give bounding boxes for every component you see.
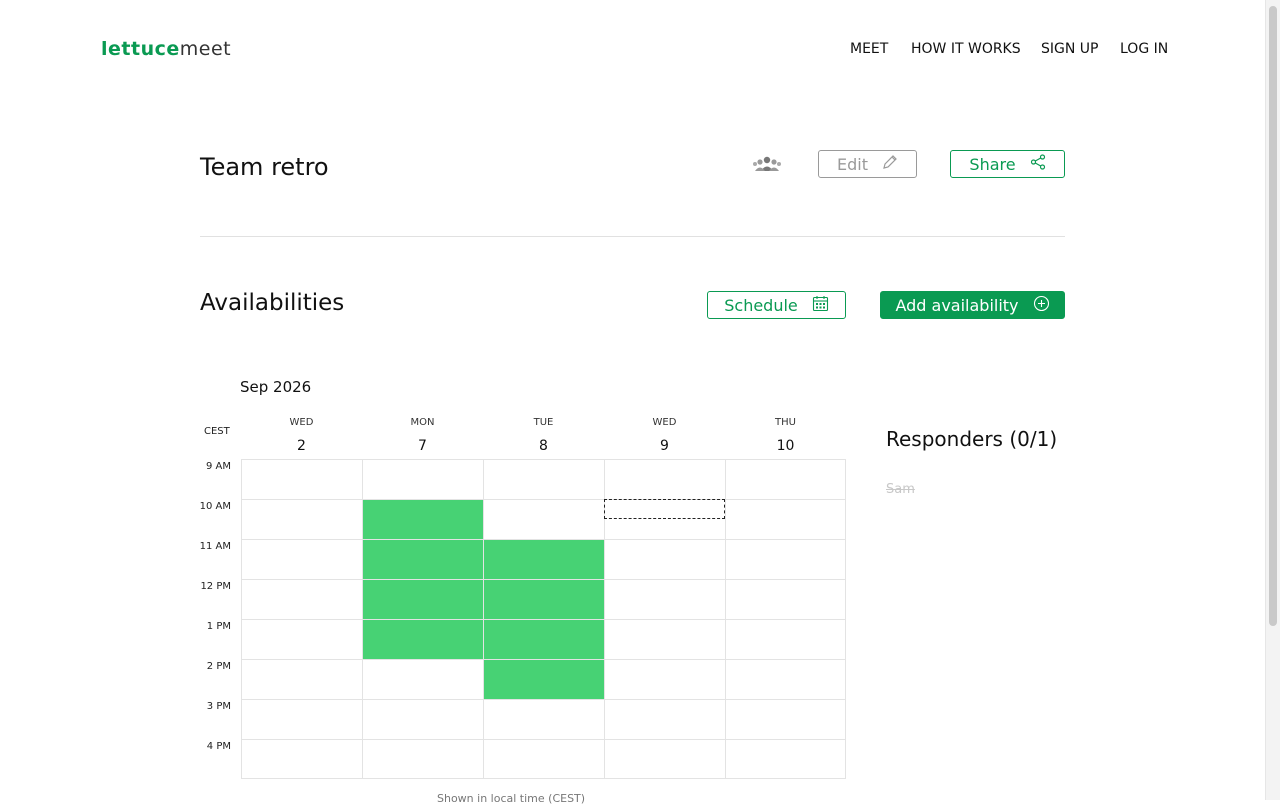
time-slot-cell[interactable] (242, 460, 363, 500)
add-availability-button[interactable]: Add availability (880, 291, 1065, 319)
time-slot-cell[interactable] (363, 500, 484, 540)
day-number-2: 8 (539, 438, 548, 454)
nav-sign-up-link[interactable]: SIGN UP (1041, 41, 1098, 57)
timezone-note: Shown in local time (CEST) (437, 792, 586, 805)
pencil-icon (882, 154, 898, 174)
time-slot-cell[interactable] (484, 580, 605, 620)
time-slot-cell[interactable] (605, 700, 726, 740)
time-slot-cell[interactable] (726, 500, 845, 540)
day-number-3: 9 (660, 438, 669, 454)
time-label-12pm: 12 PM (200, 581, 231, 592)
time-slot-cell[interactable] (605, 580, 726, 620)
time-slot-cell[interactable] (363, 700, 484, 740)
responders-heading: Responders (0/1) (886, 427, 1058, 451)
time-slot-cell[interactable] (484, 620, 605, 660)
time-slot-cell[interactable] (726, 580, 845, 620)
time-slot-cell[interactable] (242, 500, 363, 540)
nav-meet-link[interactable]: MEET (850, 41, 888, 57)
time-label-3pm: 3 PM (206, 701, 231, 712)
time-slot-cell[interactable] (726, 740, 845, 778)
day-name-0: WED (289, 417, 314, 428)
time-slot-cell[interactable] (605, 660, 726, 700)
add-availability-label: Add availability (895, 295, 1019, 315)
hovered-slot[interactable] (604, 499, 725, 519)
time-label-1pm: 1 PM (206, 621, 231, 632)
day-number-1: 7 (418, 438, 427, 454)
time-slot-cell[interactable] (726, 540, 845, 580)
time-slot-cell[interactable] (605, 540, 726, 580)
time-slot-cell[interactable] (242, 660, 363, 700)
calendar-month: Sep 2026 (240, 378, 312, 396)
event-title: Team retro (200, 153, 329, 181)
time-label-2pm: 2 PM (206, 661, 231, 672)
schedule-button[interactable]: Schedule (707, 291, 846, 319)
availabilities-heading: Availabilities (200, 290, 345, 316)
day-name-2: TUE (533, 417, 554, 428)
time-slot-cell[interactable] (363, 620, 484, 660)
section-divider (200, 236, 1065, 237)
time-slot-cell[interactable] (363, 580, 484, 620)
time-slot-cell[interactable] (242, 580, 363, 620)
time-slot-cell[interactable] (242, 700, 363, 740)
time-slot-cell[interactable] (363, 740, 484, 778)
time-slot-cell[interactable] (726, 620, 845, 660)
time-slot-cell[interactable] (605, 460, 726, 500)
time-label-11am: 11 AM (199, 541, 231, 552)
time-slot-cell[interactable] (484, 700, 605, 740)
edit-label: Edit (837, 154, 868, 174)
day-name-4: THU (775, 417, 796, 428)
time-label-9am: 9 AM (205, 461, 231, 472)
time-label-4pm: 4 PM (206, 741, 231, 752)
time-slot-cell[interactable] (242, 740, 363, 778)
calendar-icon (812, 295, 829, 316)
day-number-0: 2 (297, 438, 306, 454)
share-icon (1030, 154, 1046, 174)
nav-log-in-link[interactable]: LOG IN (1120, 41, 1168, 57)
time-slot-cell[interactable] (484, 540, 605, 580)
time-slot-cell[interactable] (605, 620, 726, 660)
share-label: Share (969, 154, 1016, 174)
time-label-10am: 10 AM (199, 501, 231, 512)
time-slot-cell[interactable] (363, 660, 484, 700)
participants-icon[interactable] (752, 156, 782, 176)
day-name-3: WED (652, 417, 677, 428)
time-slot-cell[interactable] (726, 700, 845, 740)
time-slot-cell[interactable] (363, 540, 484, 580)
top-nav: lettucemeet MEET HOW IT WORKS SIGN UP LO… (0, 0, 1266, 100)
time-slot-cell[interactable] (484, 500, 605, 540)
schedule-label: Schedule (724, 295, 798, 315)
timezone-label: CEST (204, 426, 230, 437)
time-slot-cell[interactable] (726, 660, 845, 700)
scrollbar-thumb[interactable] (1269, 6, 1277, 626)
share-button[interactable]: Share (950, 150, 1065, 178)
responder-name[interactable]: Sam (886, 482, 915, 497)
time-slot-cell[interactable] (484, 740, 605, 778)
time-slot-cell[interactable] (242, 620, 363, 660)
time-slot-cell[interactable] (605, 740, 726, 778)
time-slot-cell[interactable] (242, 540, 363, 580)
nav-how-it-works-link[interactable]: HOW IT WORKS (911, 41, 1021, 57)
edit-button[interactable]: Edit (818, 150, 917, 178)
day-name-1: MON (410, 417, 435, 428)
availability-grid[interactable] (241, 459, 846, 779)
time-slot-cell[interactable] (363, 460, 484, 500)
time-slot-cell[interactable] (484, 660, 605, 700)
logo[interactable]: lettucemeet (101, 38, 231, 60)
day-number-4: 10 (776, 438, 795, 454)
plus-circle-icon (1033, 295, 1050, 316)
time-slot-cell[interactable] (726, 460, 845, 500)
page-scrollbar[interactable] (1265, 0, 1280, 800)
time-slot-cell[interactable] (484, 460, 605, 500)
